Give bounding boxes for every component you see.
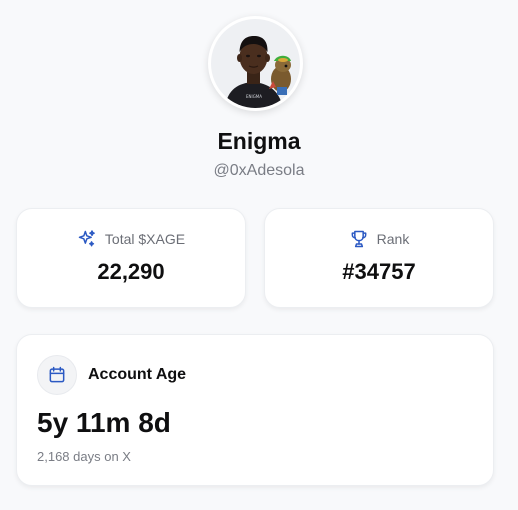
rank-label: Rank <box>376 231 410 247</box>
avatar-image: ENIGMA <box>211 19 300 108</box>
rank-header: Rank <box>265 229 493 249</box>
account-age-icon-badge <box>37 355 77 395</box>
profile-page: ENIGMA Enigma @0xAdesola Total $XAGE 22,… <box>0 0 518 510</box>
total-xage-card: Total $XAGE 22,290 <box>16 208 246 308</box>
profile-name: Enigma <box>217 128 301 154</box>
calendar-icon <box>49 366 65 383</box>
account-age-card: Account Age 5y 11m 8d 2,168 days on X <box>16 334 494 486</box>
account-age-days: 2,168 days on X <box>37 449 131 464</box>
trophy-icon <box>351 230 367 248</box>
total-xage-label: Total $XAGE <box>104 231 186 247</box>
sparkles-icon <box>78 230 95 247</box>
total-xage-value: 22,290 <box>97 259 165 284</box>
rank-card: Rank #34757 <box>264 208 494 308</box>
account-age-value: 5y 11m 8d <box>37 407 171 438</box>
rank-value: #34757 <box>342 259 416 284</box>
account-age-title: Account Age <box>88 366 187 383</box>
profile-handle: @0xAdesola <box>213 162 305 179</box>
svg-text:ENIGMA: ENIGMA <box>246 94 262 99</box>
total-xage-header: Total $XAGE <box>17 229 245 249</box>
avatar[interactable]: ENIGMA <box>208 16 303 111</box>
